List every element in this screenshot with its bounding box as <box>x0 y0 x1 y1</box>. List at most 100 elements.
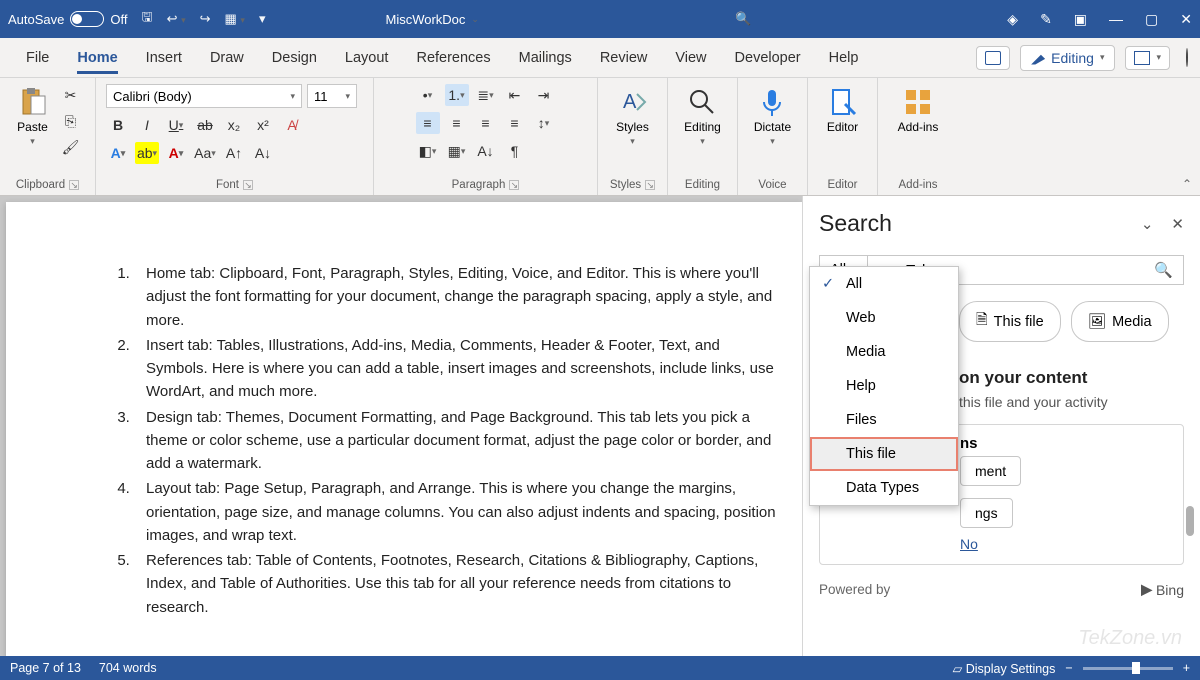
highlight-button[interactable]: ab ▾ <box>135 142 159 164</box>
maximize-icon[interactable]: ▢ <box>1145 11 1158 28</box>
page-indicator[interactable]: Page 7 of 13 <box>10 661 81 675</box>
line-spacing-button[interactable]: ↕ ▾ <box>532 112 556 134</box>
strike-button[interactable]: ab <box>193 114 217 136</box>
scope-option-help[interactable]: Help <box>810 369 958 403</box>
format-painter-icon[interactable]: 🖌 <box>59 136 83 158</box>
addins-button[interactable]: Add-ins <box>894 84 943 136</box>
document-area[interactable]: Home tab: Clipboard, Font, Paragraph, St… <box>0 196 802 656</box>
tab-view[interactable]: View <box>661 38 720 78</box>
search-icon[interactable]: 🔍 <box>1154 261 1173 279</box>
group-paragraph: • ▾ 1. ▾ ≣ ▾ ⇤ ⇥ ≡ ≡ ≡ ≡ ↕ ▾ ◧ ▾ ▦ ▾ A↓ … <box>374 78 598 195</box>
window-icon[interactable]: ▣ <box>1074 11 1087 28</box>
bullets-button[interactable]: • ▾ <box>416 84 440 106</box>
scope-option-datatypes[interactable]: Data Types <box>810 471 958 505</box>
autosave-toggle[interactable] <box>70 11 104 27</box>
tab-help[interactable]: Help <box>815 38 873 78</box>
clear-format-button[interactable]: A̸ <box>280 114 304 136</box>
scope-option-web[interactable]: Web <box>810 301 958 335</box>
share-button[interactable]: ▾ <box>1125 46 1170 70</box>
decrease-indent-button[interactable]: ⇤ <box>503 84 527 106</box>
tab-draw[interactable]: Draw <box>196 38 258 78</box>
wand-icon[interactable]: ✎ <box>1040 11 1052 28</box>
scope-option-all[interactable]: All <box>810 267 958 301</box>
superscript-button[interactable]: x² <box>251 114 275 136</box>
redo-icon[interactable]: ↪ <box>200 11 211 27</box>
paste-button[interactable]: Paste ▾ <box>13 84 53 149</box>
shrink-font-button[interactable]: A↓ <box>251 142 275 164</box>
tab-file[interactable]: File <box>12 38 63 78</box>
copy-icon[interactable]: ⎘ <box>59 110 83 132</box>
chip-media[interactable]: 🖼Media <box>1071 301 1169 342</box>
qat-customize-icon[interactable]: ▾ <box>259 11 266 27</box>
tab-references[interactable]: References <box>402 38 504 78</box>
font-size-combo[interactable]: 11▾ <box>307 84 357 108</box>
form-icon[interactable]: ▦ ▾ <box>225 11 245 27</box>
align-right-button[interactable]: ≡ <box>474 112 498 134</box>
tab-home[interactable]: Home <box>63 38 131 78</box>
tab-layout[interactable]: Layout <box>331 38 403 78</box>
multilevel-button[interactable]: ≣ ▾ <box>474 84 498 106</box>
scope-popup: All Web Media Help Files This file Data … <box>809 266 959 506</box>
document-title[interactable]: MiscWorkDoc ⌄ <box>385 12 478 27</box>
autosave-control[interactable]: AutoSave Off <box>8 11 127 27</box>
text-effects-button[interactable]: A ▾ <box>106 142 130 164</box>
feedback-no[interactable]: No <box>960 536 978 552</box>
cut-icon[interactable]: ✂ <box>59 84 83 106</box>
undo-icon[interactable]: ↩ ▾ <box>167 11 186 27</box>
tab-insert[interactable]: Insert <box>132 38 196 78</box>
dialog-launcher-icon[interactable]: ↘ <box>645 180 655 190</box>
grow-font-button[interactable]: A↑ <box>222 142 246 164</box>
zoom-slider[interactable] <box>1083 667 1173 670</box>
pane-scrollbar[interactable] <box>1186 506 1194 536</box>
comments-button[interactable] <box>976 46 1010 70</box>
bold-button[interactable]: B <box>106 114 130 136</box>
save-icon[interactable]: 🖫 <box>141 8 152 30</box>
scope-option-thisfile[interactable]: This file <box>810 437 958 471</box>
minimize-icon[interactable]: — <box>1109 11 1123 27</box>
align-center-button[interactable]: ≡ <box>445 112 469 134</box>
tab-design[interactable]: Design <box>258 38 331 78</box>
numbering-button[interactable]: 1. ▾ <box>445 84 469 106</box>
scope-option-media[interactable]: Media <box>810 335 958 369</box>
justify-button[interactable]: ≡ <box>503 112 527 134</box>
dialog-launcher-icon[interactable]: ↘ <box>243 180 253 190</box>
show-marks-button[interactable]: ¶ <box>503 140 527 162</box>
underline-button[interactable]: U ▾ <box>164 114 188 136</box>
italic-button[interactable]: I <box>135 114 159 136</box>
dialog-launcher-icon[interactable]: ↘ <box>69 180 79 190</box>
tab-mailings[interactable]: Mailings <box>505 38 586 78</box>
account-icon[interactable] <box>1186 49 1188 67</box>
search-icon[interactable]: 🔍 <box>735 11 751 27</box>
tab-developer[interactable]: Developer <box>721 38 815 78</box>
diamond-icon[interactable]: ◈ <box>1007 11 1018 28</box>
borders-button[interactable]: ▦ ▾ <box>445 140 469 162</box>
editing-button[interactable]: Editing▾ <box>680 84 725 149</box>
chevron-down-icon[interactable]: ⌄ <box>1141 215 1154 233</box>
zoom-in-icon[interactable]: + <box>1183 661 1190 675</box>
font-name-combo[interactable]: Calibri (Body)▾ <box>106 84 302 108</box>
word-count[interactable]: 704 words <box>99 661 157 675</box>
dialog-launcher-icon[interactable]: ↘ <box>509 180 519 190</box>
close-icon[interactable]: ✕ <box>1180 11 1192 28</box>
scope-option-files[interactable]: Files <box>810 403 958 437</box>
titlebar-search[interactable]: 🔍 <box>479 11 1007 27</box>
font-color-button[interactable]: A ▾ <box>164 142 188 164</box>
align-left-button[interactable]: ≡ <box>416 112 440 134</box>
change-case-button[interactable]: Aa ▾ <box>193 142 217 164</box>
styles-button[interactable]: A Styles▾ <box>612 84 653 149</box>
increase-indent-button[interactable]: ⇥ <box>532 84 556 106</box>
dictate-button[interactable]: Dictate▾ <box>750 84 795 149</box>
collapse-ribbon-icon[interactable]: ⌃ <box>1182 177 1192 191</box>
chip-this-file[interactable]: 🗎This file <box>959 301 1061 342</box>
editing-mode-button[interactable]: Editing▾ <box>1020 45 1115 71</box>
result-option-ment[interactable]: ment <box>960 456 1021 486</box>
shading-button[interactable]: ◧ ▾ <box>416 140 440 162</box>
result-option-ngs[interactable]: ngs <box>960 498 1013 528</box>
display-settings[interactable]: ▱ Display Settings <box>953 661 1056 676</box>
zoom-out-icon[interactable]: − <box>1065 661 1072 675</box>
tab-review[interactable]: Review <box>586 38 662 78</box>
editor-button[interactable]: Editor <box>823 84 863 136</box>
close-pane-icon[interactable]: ✕ <box>1171 215 1184 233</box>
subscript-button[interactable]: x₂ <box>222 114 246 136</box>
sort-button[interactable]: A↓ <box>474 140 498 162</box>
